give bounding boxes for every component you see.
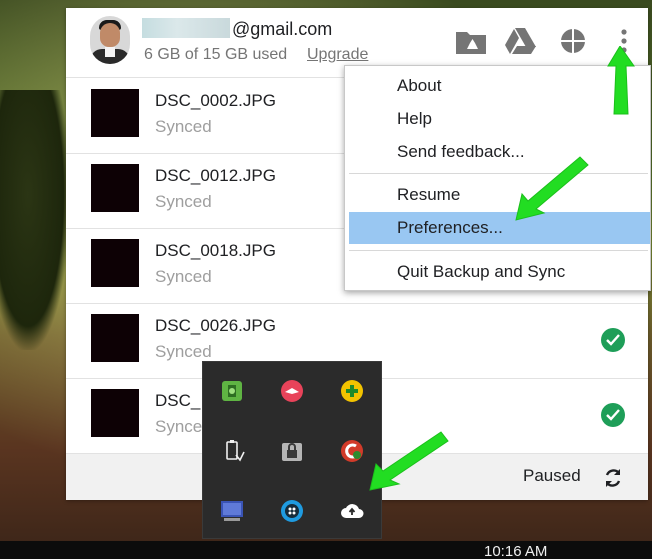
folder-drive-icon[interactable] bbox=[454, 26, 488, 56]
file-status: Synced bbox=[155, 192, 212, 211]
file-thumbnail bbox=[91, 239, 139, 287]
google-drive-icon[interactable] bbox=[503, 26, 537, 56]
backup-sync-cloud-icon[interactable] bbox=[340, 499, 364, 523]
file-name: DSC_0002.JPG bbox=[155, 91, 276, 110]
system-tray-overflow bbox=[202, 361, 382, 539]
file-status: Synced bbox=[155, 267, 212, 286]
google-photos-icon[interactable] bbox=[556, 26, 590, 56]
sync-status: Paused bbox=[523, 466, 581, 485]
menu-item-preferences[interactable]: Preferences... bbox=[349, 212, 650, 244]
lock-icon[interactable] bbox=[280, 439, 304, 463]
usb-drive-icon[interactable] bbox=[222, 439, 246, 463]
add-plus-icon[interactable] bbox=[340, 379, 364, 403]
upgrade-link[interactable]: Upgrade bbox=[307, 46, 368, 64]
skitch-icon[interactable] bbox=[280, 379, 304, 403]
synced-check-icon bbox=[601, 328, 625, 352]
file-thumbnail bbox=[91, 314, 139, 362]
menu-divider bbox=[349, 173, 648, 174]
synced-check-icon bbox=[601, 403, 625, 427]
evernote-icon[interactable] bbox=[220, 379, 244, 403]
file-thumbnail bbox=[91, 389, 139, 437]
annotation-arrow bbox=[607, 46, 635, 115]
file-thumbnail bbox=[91, 164, 139, 212]
sync-resume-icon[interactable] bbox=[601, 466, 625, 490]
file-thumbnail bbox=[91, 89, 139, 137]
file-name: DSC_0026.JPG bbox=[155, 316, 276, 335]
menu-divider bbox=[349, 250, 648, 251]
file-name: DSC_0012.JPG bbox=[155, 166, 276, 185]
display-icon[interactable] bbox=[220, 499, 244, 523]
file-status: Synced bbox=[155, 342, 212, 361]
dotted-circle-icon[interactable] bbox=[280, 499, 304, 523]
menu-item-resume[interactable]: Resume bbox=[349, 179, 650, 211]
email-redacted bbox=[142, 18, 230, 38]
menu-item-quit[interactable]: Quit Backup and Sync bbox=[349, 256, 650, 288]
annotation-arrow bbox=[369, 431, 449, 491]
wallpaper-tree bbox=[0, 90, 70, 350]
taskbar-clock[interactable]: 10:16 AM bbox=[484, 543, 547, 559]
menu-item-send-feedback[interactable]: Send feedback... bbox=[349, 136, 650, 168]
taskbar bbox=[0, 541, 652, 559]
storage-usage: 6 GB of 15 GB used bbox=[144, 46, 288, 63]
ccleaner-icon[interactable] bbox=[340, 439, 364, 463]
file-status: Synce bbox=[155, 417, 203, 436]
file-status: Synced bbox=[155, 117, 212, 136]
file-name: DSC_ bbox=[155, 391, 201, 410]
avatar[interactable] bbox=[90, 16, 130, 64]
file-name: DSC_0018.JPG bbox=[155, 241, 276, 260]
annotation-arrow bbox=[515, 156, 589, 221]
email-address: @gmail.com bbox=[232, 19, 333, 39]
